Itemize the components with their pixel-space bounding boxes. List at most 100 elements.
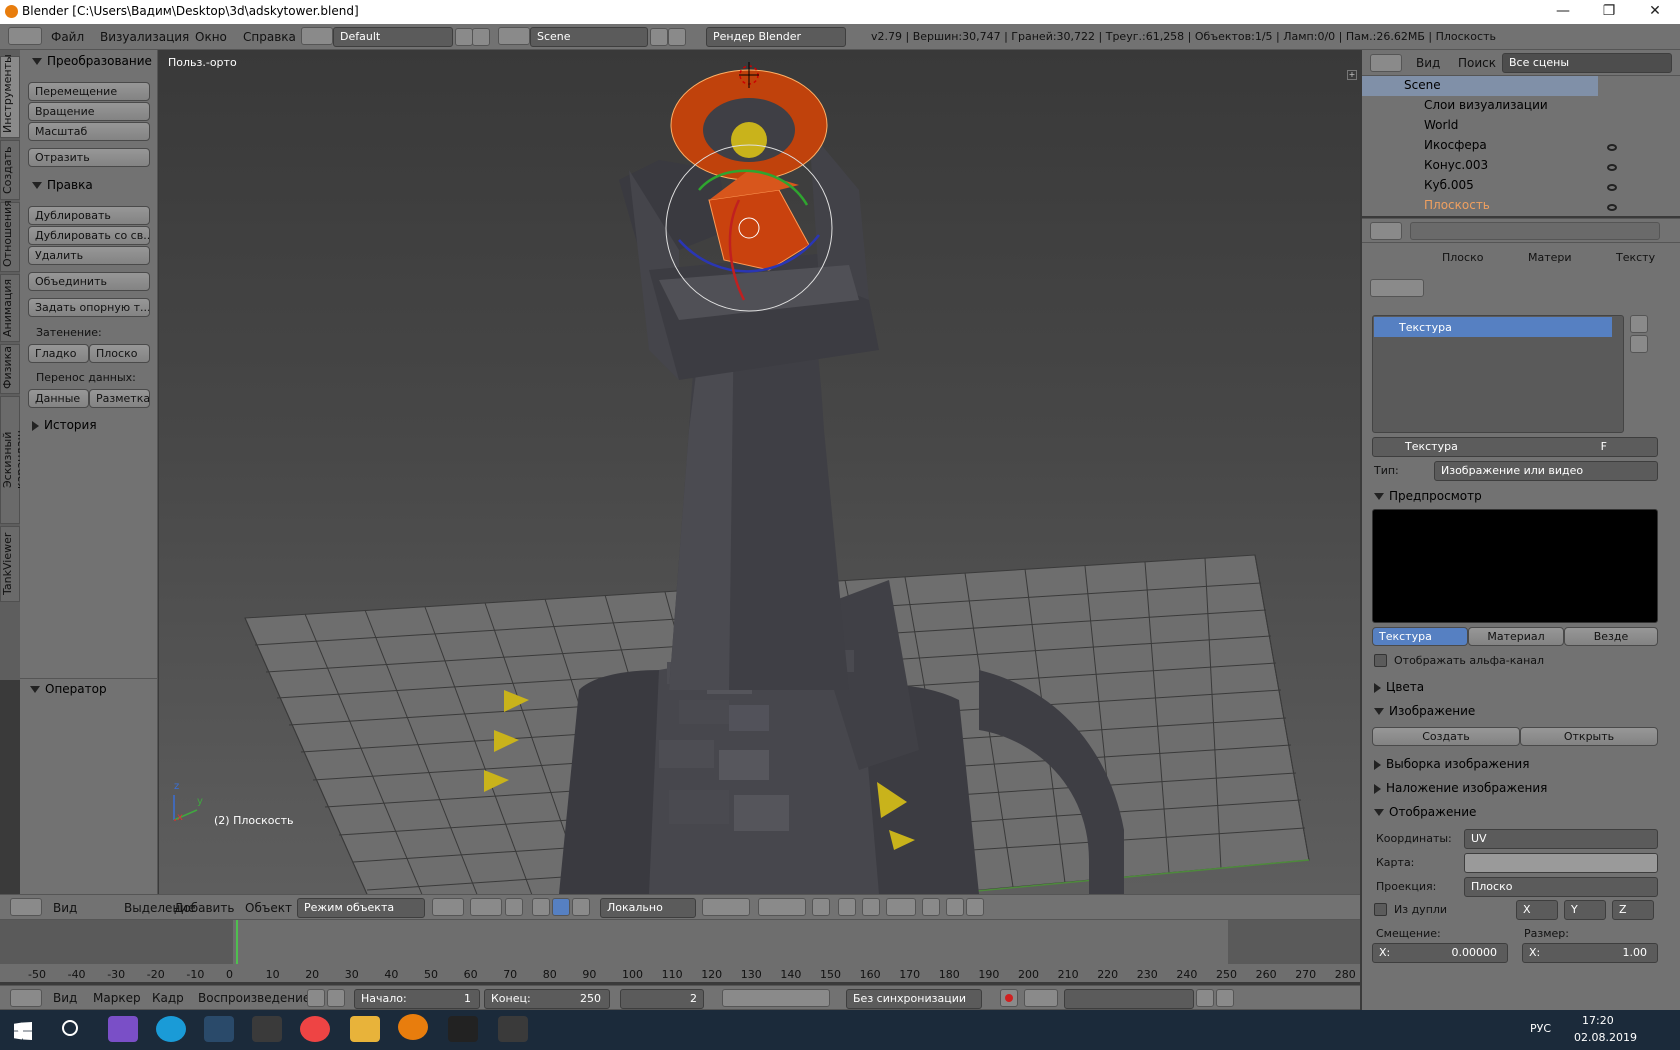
manipulator-toggle-icon[interactable] (505, 898, 523, 916)
menu-window[interactable]: Окно (195, 30, 227, 44)
editor-type-timeline-icon[interactable] (10, 989, 42, 1007)
timeline-menu-playback[interactable]: Воспроизведение (198, 991, 310, 1005)
outliner-item-world[interactable]: World (1370, 118, 1600, 137)
wot-launcher-icon[interactable] (498, 1016, 528, 1042)
scene-icon[interactable] (498, 27, 530, 45)
render-preview-icon[interactable] (946, 898, 964, 916)
menu-view[interactable]: Вид (53, 901, 77, 915)
current-frame-field[interactable]: 2 (620, 989, 704, 1009)
skype-icon[interactable] (156, 1016, 186, 1042)
preview-tab-both[interactable]: Везде (1564, 627, 1658, 646)
keying-icon[interactable] (1024, 989, 1058, 1007)
start-icon[interactable] (14, 1022, 32, 1040)
properties-context-tabs-icon[interactable] (1410, 222, 1660, 240)
editor-type-3d-icon[interactable] (10, 898, 42, 916)
rotate-button[interactable]: Вращение (28, 102, 150, 121)
history-panel-header[interactable]: История (32, 418, 97, 432)
mode-select[interactable]: Режим объекта (297, 898, 425, 918)
preview-range-icon[interactable] (307, 989, 325, 1007)
maximize-button[interactable]: ❐ (1586, 0, 1632, 24)
world-of-tanks-icon[interactable] (252, 1016, 282, 1042)
slot-move-down-icon[interactable] (1630, 335, 1648, 353)
timeline-area[interactable]: -50 -40 -30 -20 -10 0 10 20 30 40 50 60 70 80 90 100 110… (0, 920, 1360, 982)
preview-tab-material[interactable]: Материал (1468, 627, 1564, 646)
projection-select[interactable]: Плоско (1464, 877, 1658, 897)
add-scene-icon[interactable] (650, 28, 668, 46)
outliner-item-scene[interactable]: Scene (1370, 78, 1600, 97)
operator-panel-header[interactable]: Оператор (30, 682, 107, 696)
breadcrumb-material[interactable]: Матери (1528, 251, 1572, 264)
menu-add[interactable]: Добавить (174, 901, 234, 915)
edit-panel-header[interactable]: Правка (32, 178, 93, 192)
breadcrumb-texture[interactable]: Тексту (1616, 251, 1655, 264)
texture-slot-label[interactable]: Текстура (1399, 321, 1452, 334)
record-icon[interactable] (1000, 989, 1018, 1007)
insert-keyframe-icon[interactable] (1196, 989, 1214, 1007)
menu-file[interactable]: Файл (51, 30, 84, 44)
search-icon[interactable] (62, 1020, 78, 1036)
delete-keyframe-icon[interactable] (1216, 989, 1234, 1007)
shade-flat-button[interactable]: Плоско (89, 344, 150, 363)
image-sampling-header[interactable]: Выборка изображения (1374, 757, 1529, 771)
sync-mode-select[interactable]: Без синхронизации (846, 989, 982, 1009)
axis-z-select[interactable]: Z (1612, 900, 1654, 920)
image-panel-header[interactable]: Изображение (1374, 704, 1475, 718)
new-image-button[interactable]: Создать (1372, 727, 1520, 746)
axis-y-select[interactable]: Y (1564, 900, 1606, 920)
clock-time[interactable]: 17:20 (1582, 1014, 1614, 1027)
outliner-item-cube[interactable]: Куб.005 (1370, 178, 1600, 197)
transform-panel-header[interactable]: Преобразование (32, 54, 152, 68)
blender-taskbar-icon[interactable] (398, 1014, 428, 1040)
orientation-select[interactable]: Локально (600, 898, 696, 918)
outliner-menu-search[interactable]: Поиск (1458, 56, 1496, 70)
uv-map-field[interactable] (1464, 853, 1658, 873)
timeline-menu-frame[interactable]: Кадр (152, 991, 184, 1005)
screen-layout-icon[interactable] (301, 27, 333, 45)
layers-group-2-icon[interactable] (758, 898, 806, 916)
proportional-edit-icon[interactable] (838, 898, 856, 916)
texture-name-field[interactable]: Текстура F (1372, 437, 1658, 457)
texture-slot-list[interactable]: Текстура (1372, 315, 1624, 433)
layout-transfer-button[interactable]: Разметка (89, 389, 150, 408)
texture-context-icon[interactable] (1370, 279, 1424, 297)
tab-grease-pencil[interactable]: Эскизный карандаш (0, 396, 27, 524)
menu-render[interactable]: Визуализация (100, 30, 189, 44)
keying-set-field[interactable] (1064, 989, 1194, 1009)
language-indicator[interactable]: РУС (1530, 1022, 1551, 1035)
pivot-point-icon[interactable] (470, 898, 502, 916)
slot-move-up-icon[interactable] (1630, 315, 1648, 333)
axis-x-select[interactable]: X (1516, 900, 1558, 920)
tab-relations[interactable]: Отношения (0, 200, 20, 272)
render-animation-icon[interactable] (966, 898, 984, 916)
visual-studio-icon[interactable] (108, 1016, 138, 1042)
visibility-eye-icon[interactable] (1607, 164, 1617, 171)
mapping-panel-header[interactable]: Отображение (1374, 805, 1476, 819)
shade-smooth-button[interactable]: Гладко (28, 344, 89, 363)
tab-tools[interactable]: Инструменты (0, 54, 20, 138)
offset-x-field[interactable]: X: 0.00000 (1372, 943, 1508, 963)
visibility-eye-icon[interactable] (1607, 184, 1617, 191)
mirror-button[interactable]: Отразить (28, 148, 150, 167)
minimize-button[interactable]: — (1540, 0, 1586, 24)
file-explorer-icon[interactable] (350, 1016, 380, 1042)
menu-object[interactable]: Объект (245, 901, 292, 915)
steam-icon[interactable] (204, 1016, 234, 1042)
scale-button[interactable]: Масштаб (28, 122, 150, 141)
frame-end-field[interactable]: Конец: 250 (484, 989, 610, 1009)
screen-layout-field[interactable]: Default (333, 27, 453, 47)
snap-element-icon[interactable] (886, 898, 916, 916)
remove-layout-icon[interactable] (472, 28, 490, 46)
scale-manipulator-icon[interactable] (572, 898, 590, 916)
outliner-item-render-layers[interactable]: Слои визуализации (1370, 98, 1600, 117)
visibility-eye-icon[interactable] (1607, 204, 1617, 211)
local-layer-icon[interactable] (812, 898, 830, 916)
snap-toggle-icon[interactable] (862, 898, 880, 916)
show-alpha-checkbox[interactable] (1374, 654, 1387, 667)
visibility-eye-icon[interactable] (1607, 144, 1617, 151)
tab-tankviewer[interactable]: TankViewer (0, 526, 20, 602)
editor-type-outliner-icon[interactable] (1370, 54, 1402, 72)
editor-type-info-icon[interactable] (8, 27, 42, 45)
preview-tab-texture[interactable]: Текстура (1372, 627, 1468, 646)
shading-mode-icon[interactable] (432, 898, 464, 916)
timeline-menu-marker[interactable]: Маркер (93, 991, 141, 1005)
